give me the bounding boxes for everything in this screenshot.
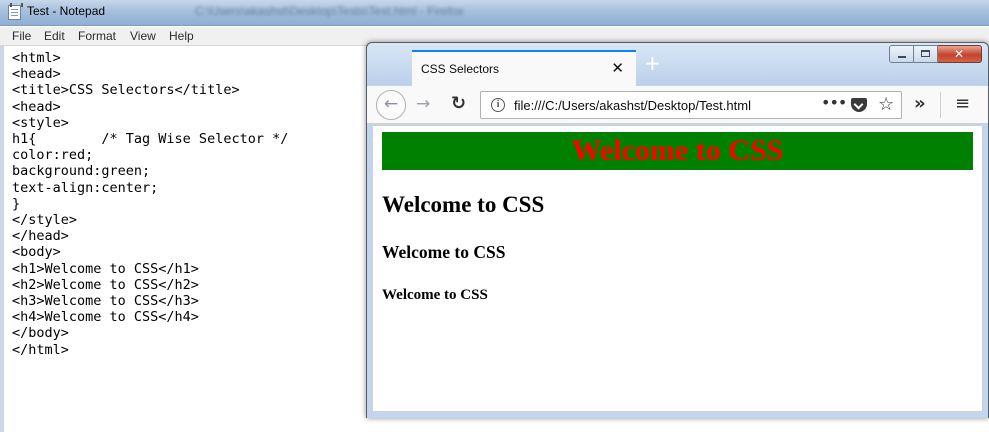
menu-view[interactable]: View [130, 29, 156, 43]
hamburger-menu-icon[interactable]: ≡ [955, 93, 970, 115]
page-heading-h2: Welcome to CSS [382, 192, 545, 217]
notepad-text-area[interactable]: <html> <head> <title>CSS Selectors</titl… [0, 46, 370, 432]
page-heading-h3: Welcome to CSS [382, 242, 506, 262]
minimize-icon [898, 56, 906, 58]
arrow-right-icon: → [416, 94, 431, 114]
page-heading-h4: Welcome to CSS [382, 287, 488, 303]
menu-help[interactable]: Help [169, 29, 194, 43]
page-content: Welcome to CSS Welcome to CSS Welcome to… [372, 125, 983, 412]
window-bottom-border [367, 412, 988, 418]
notepad-title-bar[interactable]: Test - Notepad C:\Users\akashst\Desktop\… [0, 0, 989, 26]
window-controls: ✕ [889, 45, 982, 63]
page-actions-button[interactable]: ••• [821, 93, 847, 112]
background-window-title: C:\Users\akashst\Desktop\Tests\Test.html… [195, 4, 464, 18]
info-icon[interactable]: i [491, 98, 505, 112]
new-tab-icon[interactable]: + [644, 53, 661, 73]
tab-close-icon[interactable]: ✕ [611, 59, 624, 77]
pocket-icon[interactable] [851, 98, 867, 112]
html-source-code: <html> <head> <title>CSS Selectors</titl… [12, 50, 289, 358]
notepad-window-title: Test - Notepad [27, 4, 106, 18]
overflow-chevrons-icon[interactable]: » [914, 93, 926, 115]
maximize-icon [921, 50, 930, 57]
forward-button[interactable]: → [416, 94, 430, 114]
menu-file[interactable]: File [12, 29, 31, 43]
bookmark-star-icon[interactable]: ☆ [878, 94, 894, 116]
url-text[interactable]: file:///C:/Users/akashst/Desktop/Test.ht… [514, 98, 751, 113]
reload-icon: ↻ [451, 93, 467, 114]
notepad-app-icon [8, 3, 23, 20]
close-icon: ✕ [954, 47, 965, 61]
browser-window: CSS Selectors ✕ + ✕ ← → ↻ i file:///C:/U… [366, 42, 989, 418]
menu-edit[interactable]: Edit [44, 29, 65, 43]
tab-css-selectors[interactable]: CSS Selectors ✕ [412, 50, 636, 86]
page-heading-h1: Welcome to CSS [382, 132, 973, 170]
minimize-button[interactable] [889, 45, 914, 63]
browser-tab-strip[interactable]: CSS Selectors ✕ + ✕ [367, 43, 988, 86]
reload-button[interactable]: ↻ [451, 93, 466, 115]
address-bar[interactable]: i file:///C:/Users/akashst/Desktop/Test.… [480, 91, 902, 119]
arrow-left-icon: ← [383, 94, 399, 114]
tab-title: CSS Selectors [421, 62, 500, 76]
maximize-button[interactable] [914, 45, 938, 63]
navigation-toolbar: ← → ↻ i file:///C:/Users/akashst/Desktop… [367, 86, 988, 124]
toolbar-divider [940, 92, 941, 118]
back-button[interactable]: ← [376, 90, 406, 120]
close-window-button[interactable]: ✕ [938, 45, 982, 63]
menu-format[interactable]: Format [78, 29, 116, 43]
